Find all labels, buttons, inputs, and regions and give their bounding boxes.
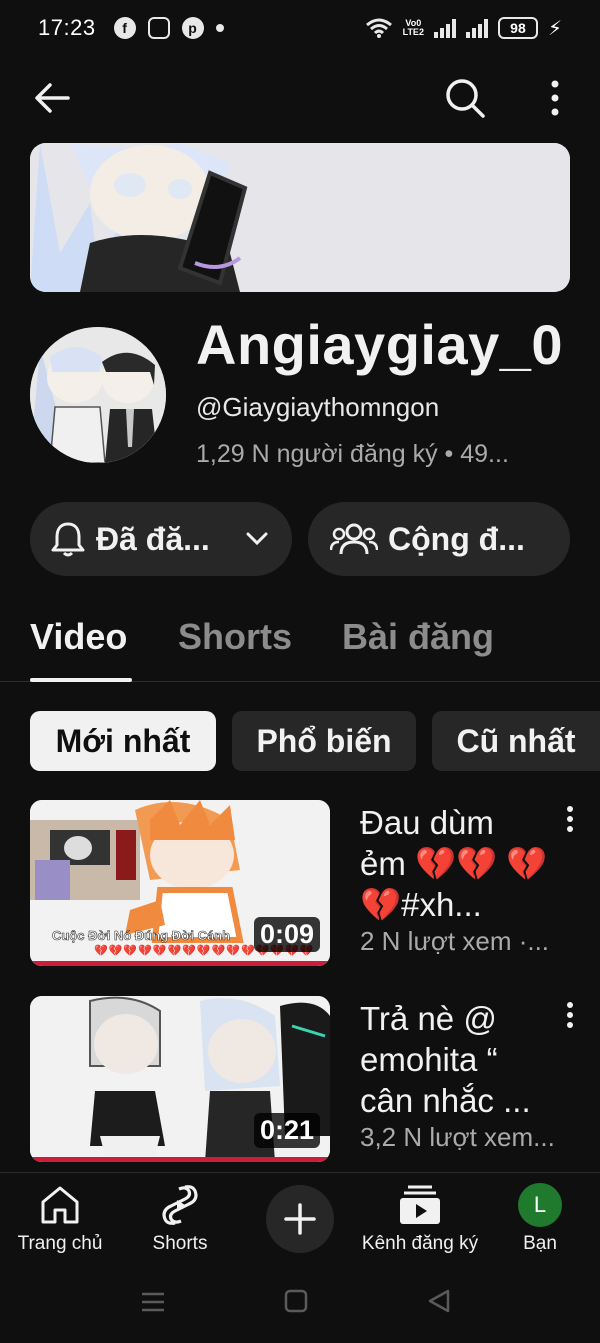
- home-icon: [41, 1186, 79, 1224]
- status-time: 17:23: [38, 15, 96, 40]
- nav-home[interactable]: Trang chủ: [0, 1183, 120, 1255]
- video-meta: 3,2 N lượt xem...: [360, 1122, 555, 1152]
- video-thumbnail[interactable]: 0:21: [30, 996, 330, 1162]
- video-item[interactable]: 0:21 Trả nè @ emohita “ cân nhắc ... 3,2…: [30, 996, 590, 1164]
- subscribed-button[interactable]: Đã đă...: [30, 502, 292, 576]
- nav-home-label: Trang chủ: [17, 1233, 103, 1254]
- thumbnail-caption: Cuộc Đời Nó Đúng Đời Cánh: [52, 928, 231, 944]
- channel-handle: @Giaygiaythomngon: [196, 392, 440, 422]
- channel-name: Angiaygiay_0: [196, 313, 564, 376]
- nav-you-label: Bạn: [523, 1233, 557, 1254]
- shorts-icon: [162, 1185, 198, 1225]
- community-icon: [330, 523, 378, 555]
- status-right: Vo0 LTE2 98 ⚡: [365, 16, 562, 41]
- channel-avatar[interactable]: [30, 327, 166, 463]
- channel-meta[interactable]: 1,29 N người đăng ký • 49...: [196, 440, 556, 469]
- nav-subscriptions-label: Kênh đăng ký: [361, 1233, 479, 1254]
- watch-progress-bar: [30, 961, 330, 966]
- search-icon[interactable]: [443, 76, 487, 120]
- more-options-icon[interactable]: [538, 78, 572, 118]
- pinterest-icon: p: [181, 17, 204, 39]
- avatar: L: [518, 1183, 562, 1227]
- chip-newest[interactable]: Mới nhất: [30, 711, 216, 771]
- nav-you[interactable]: L Bạn: [480, 1183, 600, 1255]
- video-title[interactable]: Đau dùm ẻm 💔💔 💔💔#xh...: [360, 802, 548, 925]
- back-button-icon[interactable]: [426, 1288, 452, 1314]
- system-navigation-bar: [0, 1268, 600, 1343]
- subscriptions-icon: [400, 1185, 440, 1224]
- status-bar: 17:23 f p Vo0 LTE2 98 ⚡: [0, 0, 600, 56]
- tab-posts[interactable]: Bài đăng: [342, 616, 494, 658]
- video-thumbnail[interactable]: Cuộc Đời Nó Đúng Đời Cánh 💔💔💔💔💔💔💔💔💔💔💔💔💔💔…: [30, 800, 330, 966]
- bell-icon: [51, 522, 85, 557]
- battery-level: 98: [510, 20, 526, 36]
- video-item[interactable]: Cuộc Đời Nó Đúng Đời Cánh 💔💔💔💔💔💔💔💔💔💔💔💔💔💔…: [30, 800, 590, 968]
- volte-line-2: LTE2: [402, 27, 424, 37]
- video-more-icon[interactable]: [560, 1000, 580, 1030]
- volte-indicator: Vo0 LTE2: [403, 19, 424, 37]
- more-notifications-dot: [215, 24, 224, 32]
- video-title[interactable]: Trả nè @ emohita “ cân nhắc ...: [360, 998, 548, 1121]
- community-label: Cộng đ...: [388, 520, 525, 557]
- tab-shorts[interactable]: Shorts: [178, 616, 292, 658]
- nav-shorts[interactable]: Shorts: [120, 1183, 240, 1255]
- video-duration: 0:21: [253, 1113, 320, 1148]
- create-button[interactable]: [266, 1185, 334, 1253]
- charging-icon: ⚡: [547, 17, 562, 40]
- community-button[interactable]: Cộng đ...: [308, 502, 570, 576]
- top-app-bar: [0, 70, 600, 126]
- video-meta: 2 N lượt xem ·...: [360, 926, 550, 956]
- avatar-artwork: [30, 327, 166, 463]
- channel-tabs: Video Shorts Bài đăng: [0, 606, 600, 682]
- channel-banner: [30, 143, 570, 292]
- notification-icons: f p: [113, 17, 224, 39]
- bottom-navigation: Trang chủ Shorts Kênh đăng ký L Bạn: [0, 1172, 600, 1268]
- facebook-icon: f: [113, 17, 136, 39]
- back-arrow-icon[interactable]: [30, 78, 74, 118]
- chip-oldest[interactable]: Cũ nhất: [432, 711, 600, 771]
- create-icon: [284, 1203, 316, 1235]
- chevron-down-icon: [246, 532, 268, 546]
- nav-subscriptions[interactable]: Kênh đăng ký: [360, 1183, 480, 1255]
- home-button-icon[interactable]: [284, 1289, 308, 1313]
- battery-icon: 98: [497, 17, 538, 39]
- watch-progress-bar: [30, 1157, 330, 1162]
- signal-icon-2: [465, 18, 488, 38]
- recent-apps-icon[interactable]: [140, 1290, 166, 1314]
- chip-popular[interactable]: Phổ biến: [232, 711, 416, 771]
- subscribed-label: Đã đă...: [96, 520, 210, 557]
- active-tab-indicator: [30, 678, 132, 682]
- video-duration: 0:09: [253, 917, 320, 952]
- video-more-icon[interactable]: [560, 804, 580, 834]
- signal-icon: [433, 18, 456, 38]
- tab-video[interactable]: Video: [30, 616, 127, 658]
- banner-artwork: [30, 143, 570, 292]
- nav-shorts-label: Shorts: [152, 1233, 208, 1254]
- wifi-icon: [365, 18, 392, 38]
- instagram-icon: [147, 17, 170, 39]
